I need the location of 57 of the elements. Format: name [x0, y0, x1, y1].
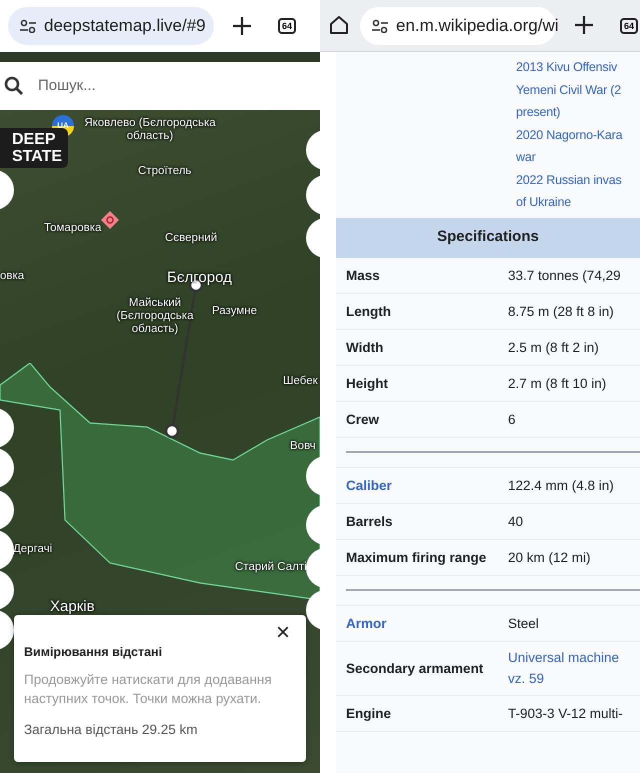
place-label: Томаровка — [44, 222, 102, 235]
row-value: 8.75 m (28 ft 8 in) — [508, 302, 614, 321]
total-distance: Загальна відстань 29.25 km — [24, 720, 199, 739]
war-link[interactable]: of Ukraine — [516, 191, 640, 214]
row-value: 20 km (12 mi) — [508, 548, 591, 567]
new-tab-button[interactable] — [232, 14, 252, 38]
site-settings-icon — [372, 18, 388, 32]
row-value: Steel — [508, 614, 539, 632]
place-label: Шебек — [283, 375, 318, 388]
label-link[interactable]: Caliber — [336, 476, 508, 494]
section-header: Specifications — [336, 218, 640, 258]
hazard-marker-icon — [100, 210, 120, 230]
address-bar[interactable]: en.m.wikipedia.org/wi — [360, 6, 556, 44]
row-label: Length — [345, 302, 392, 320]
row-value: 2.5 m (8 ft 2 in) — [508, 338, 599, 357]
value-link[interactable]: Universal machine vz. 59 — [508, 647, 630, 689]
row-value: 122.4 mm (4.8 in) — [508, 476, 614, 495]
place-label: Бєлгород — [167, 269, 232, 286]
place-label: Майський (Бєлгородська область) — [116, 297, 194, 336]
search-icon — [4, 76, 24, 96]
war-link[interactable]: 2013 Kivu Offensiv — [516, 56, 640, 78]
war-link[interactable]: Yemeni Civil War (2 — [516, 78, 640, 101]
row-label: Width — [345, 338, 384, 356]
place-label: Строїтель — [138, 165, 192, 178]
close-button[interactable]: × — [272, 619, 294, 647]
row-label: Barrels — [345, 512, 394, 530]
row-value: 33.7 tonnes (74,29 — [508, 266, 621, 285]
row-label: Height — [345, 374, 389, 392]
tab-count-button[interactable]: 64 — [278, 18, 296, 34]
place-label: овка — [0, 270, 24, 283]
popup-description: Продовжуйте натискати для додавання наступних точок. Точки можна рухати. — [24, 670, 273, 708]
place-label: Разумне — [212, 305, 257, 318]
place-label: Харків — [50, 598, 95, 615]
place-label: Вовч — [290, 440, 316, 453]
row-value: T-903-3 V-12 multi- — [508, 704, 623, 722]
row-label: Maximum firing range — [345, 548, 488, 566]
logo: DEEP STATE — [0, 128, 68, 168]
popup-title: Вимірювання відстані — [24, 644, 164, 661]
address-bar[interactable]: deepstatemap.live/#9 — [8, 7, 214, 45]
war-link[interactable]: present) — [516, 101, 640, 124]
row-label: Crew — [345, 410, 380, 428]
row-label: Secondary armament — [345, 660, 484, 676]
row-value: 40 — [508, 512, 524, 530]
row-value: 2.7 m (8 ft 10 in) — [508, 374, 606, 393]
war-link[interactable]: 2022 Russian invas — [516, 168, 640, 191]
place-label: Яковлево (Бєлгородська область) — [83, 117, 217, 143]
row-label: Mass — [345, 266, 381, 284]
place-label: Сєверний — [165, 232, 218, 245]
search-field[interactable]: Пошук... — [36, 74, 236, 98]
war-link[interactable]: war — [516, 146, 640, 168]
tab-count-button[interactable]: 64 — [620, 18, 638, 34]
row-label: Engine — [345, 704, 392, 722]
label-link[interactable]: Armor — [336, 614, 508, 632]
row-value: 6 — [508, 410, 516, 428]
war-link[interactable]: 2020 Nagorno-Kara — [516, 124, 640, 146]
site-settings-icon — [20, 19, 36, 33]
place-label: Старий Салті — [235, 561, 307, 574]
